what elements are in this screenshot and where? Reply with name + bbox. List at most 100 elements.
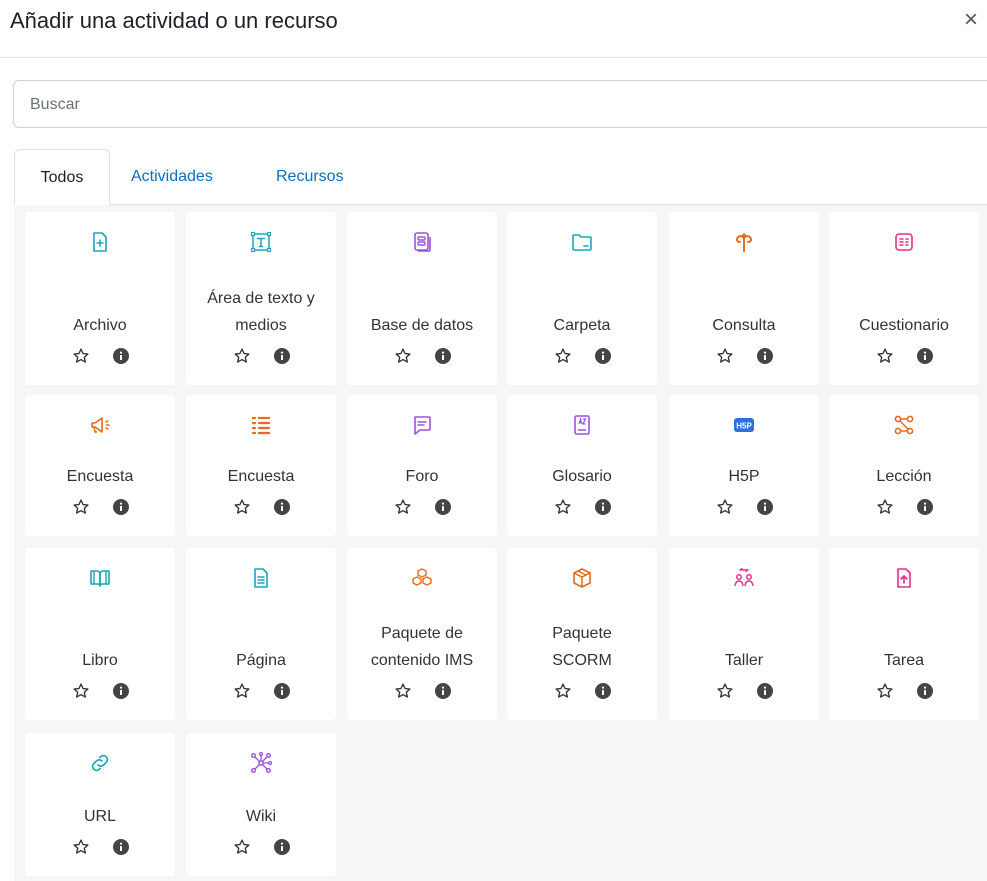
activity-label: medios [235, 317, 287, 334]
star-icon[interactable] [554, 682, 572, 700]
info-icon[interactable] [595, 499, 611, 515]
star-icon[interactable] [716, 682, 734, 700]
assignment-icon [892, 566, 916, 590]
info-icon[interactable] [757, 683, 773, 699]
close-button[interactable]: × [959, 8, 983, 32]
book-icon [88, 566, 112, 590]
activity-card-glosario[interactable]: Glosario [507, 395, 657, 536]
search-input[interactable] [28, 81, 932, 129]
activity-card-paquete-de-contenido-ims[interactable]: Paquete de contenido IMS [347, 548, 497, 720]
activity-label: Wiki [245, 808, 277, 825]
info-icon[interactable] [274, 839, 290, 855]
activity-label: Paquete [552, 625, 612, 642]
star-icon[interactable] [876, 682, 894, 700]
activity-label: Tarea [883, 652, 925, 669]
info-icon[interactable] [757, 348, 773, 364]
info-icon[interactable] [435, 683, 451, 699]
activity-label: Foro [405, 468, 439, 485]
info-icon[interactable] [113, 683, 129, 699]
star-icon[interactable] [876, 347, 894, 365]
wiki-icon [249, 751, 273, 775]
star-icon[interactable] [233, 347, 251, 365]
info-icon[interactable] [917, 348, 933, 364]
activity-card-h5p[interactable]: H5P H5P [669, 395, 819, 536]
star-icon[interactable] [72, 347, 90, 365]
star-icon[interactable] [554, 347, 572, 365]
info-icon[interactable] [757, 499, 773, 515]
activity-label: URL [83, 808, 116, 825]
activity-label: Encuesta [227, 468, 295, 485]
activity-card-encuesta[interactable]: Encuesta [186, 395, 336, 536]
star-icon[interactable] [394, 498, 412, 516]
info-icon[interactable] [113, 348, 129, 364]
info-icon[interactable] [274, 348, 290, 364]
star-icon[interactable] [72, 838, 90, 856]
activity-card-wiki[interactable]: Wiki [186, 733, 336, 876]
star-icon[interactable] [394, 347, 412, 365]
star-icon[interactable] [233, 682, 251, 700]
activity-card-area-de-texto-y-medios[interactable]: Área de texto y medios [186, 212, 336, 385]
info-icon[interactable] [274, 499, 290, 515]
tab-actividades[interactable]: Actividades [131, 149, 213, 205]
star-icon[interactable] [394, 682, 412, 700]
activity-label: SCORM [552, 652, 612, 669]
database-icon [410, 230, 434, 254]
info-icon[interactable] [435, 348, 451, 364]
activity-label: Cuestionario [859, 317, 949, 334]
h5p-icon: H5P [732, 413, 756, 437]
activity-card-archivo[interactable]: Archivo [25, 212, 175, 385]
info-icon[interactable] [113, 839, 129, 855]
info-icon[interactable] [917, 683, 933, 699]
activity-label: contenido IMS [370, 652, 474, 669]
quiz-icon [892, 230, 916, 254]
tab-bar: Todos Actividades Recursos [14, 149, 987, 206]
star-icon[interactable] [716, 498, 734, 516]
info-icon[interactable] [595, 683, 611, 699]
activity-card-libro[interactable]: Libro [25, 548, 175, 720]
activity-card-cuestionario[interactable]: Cuestionario [829, 212, 979, 385]
file-plus-icon [88, 230, 112, 254]
activity-card-encuesta[interactable]: Encuesta [25, 395, 175, 536]
activity-card-pagina[interactable]: Página [186, 548, 336, 720]
activity-grid: Archivo Área de texto y medios Base de dato… [14, 205, 987, 881]
star-icon[interactable] [72, 682, 90, 700]
info-icon[interactable] [113, 499, 129, 515]
glossary-icon [570, 413, 594, 437]
activity-label: Taller [724, 652, 764, 669]
page-icon [249, 566, 273, 590]
activity-label: Lección [876, 468, 932, 485]
info-icon[interactable] [917, 499, 933, 515]
text-area-icon [249, 230, 273, 254]
activity-card-taller[interactable]: Taller [669, 548, 819, 720]
info-icon[interactable] [435, 499, 451, 515]
activity-label: Encuesta [66, 468, 134, 485]
star-icon[interactable] [72, 498, 90, 516]
activity-card-tarea[interactable]: Tarea [829, 548, 979, 720]
activity-label: Carpeta [553, 317, 611, 334]
star-icon[interactable] [876, 498, 894, 516]
tab-todos[interactable]: Todos [14, 149, 110, 206]
star-icon[interactable] [716, 347, 734, 365]
activity-card-foro[interactable]: Foro [347, 395, 497, 536]
activity-card-paquete-scorm[interactable]: Paquete SCORM [507, 548, 657, 720]
star-icon[interactable] [554, 498, 572, 516]
activity-label: Archivo [73, 317, 127, 334]
workshop-icon [732, 566, 756, 590]
activity-label: Base de datos [370, 317, 474, 334]
ims-package-icon [410, 566, 434, 590]
activity-label: Paquete de [381, 625, 463, 642]
tab-recursos[interactable]: Recursos [276, 149, 344, 205]
activity-label: Página [236, 652, 286, 669]
activity-card-base-de-datos[interactable]: Base de datos [347, 212, 497, 385]
info-icon[interactable] [274, 683, 290, 699]
lesson-icon [892, 413, 916, 437]
activity-label: Área de texto y [207, 290, 315, 307]
activity-card-url[interactable]: URL [25, 733, 175, 876]
activity-card-carpeta[interactable]: Carpeta [507, 212, 657, 385]
info-icon[interactable] [595, 348, 611, 364]
star-icon[interactable] [233, 838, 251, 856]
star-icon[interactable] [233, 498, 251, 516]
activity-card-consulta[interactable]: Consulta [669, 212, 819, 385]
activity-label: Libro [82, 652, 118, 669]
activity-card-leccion[interactable]: Lección [829, 395, 979, 536]
